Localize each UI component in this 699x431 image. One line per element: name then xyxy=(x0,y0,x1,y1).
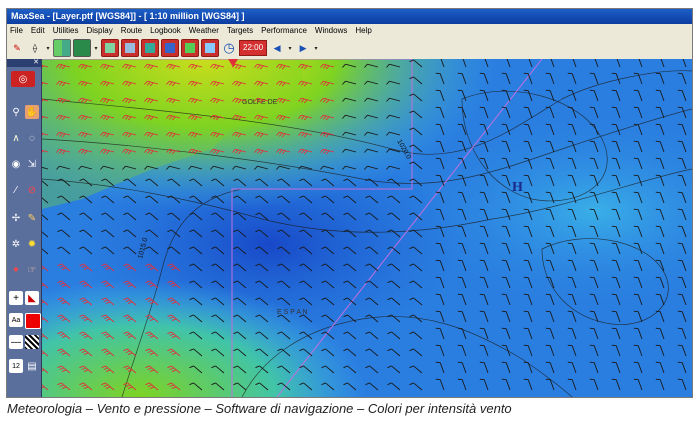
compass-icon[interactable]: ⟠ xyxy=(27,40,43,56)
menu-utilities[interactable]: Utilities xyxy=(53,24,79,37)
menu-edit[interactable]: Edit xyxy=(31,24,45,37)
brush-icon[interactable]: ✎ xyxy=(25,211,39,225)
maxsea-window: MaxSea - [Layer.ptf [WGS84]] - [ 1:10 mi… xyxy=(6,8,693,398)
target-icon[interactable]: ⇲ xyxy=(25,157,39,171)
menu-bar: File Edit Utilities Display Route Logboo… xyxy=(7,24,692,37)
sun-icon[interactable]: ✹ xyxy=(25,237,39,251)
main-toolbar: ✎ ⟠ ▾ ▾ ◷ 22:00 ◀ ▾ ▶ ▾ xyxy=(7,37,692,60)
pattern-icon[interactable] xyxy=(25,335,39,349)
measure-icon[interactable]: ◌ xyxy=(25,131,39,145)
clock-icon[interactable]: ◷ xyxy=(221,40,237,56)
menu-performance[interactable]: Performance xyxy=(261,24,307,37)
menu-route[interactable]: Route xyxy=(121,24,142,37)
menu-windows[interactable]: Windows xyxy=(315,24,347,37)
chart-icon[interactable] xyxy=(121,39,139,57)
cursor-icon[interactable]: ✢ xyxy=(9,211,23,225)
high-pressure-label: H xyxy=(512,180,523,195)
compass-dropdown-icon[interactable]: ▾ xyxy=(45,40,51,56)
palette-close-icon[interactable]: ✕ xyxy=(7,59,41,67)
menu-targets[interactable]: Targets xyxy=(227,24,253,37)
arrow-left-icon[interactable]: ◀ xyxy=(269,40,285,56)
menu-display[interactable]: Display xyxy=(86,24,112,37)
lifebuoy-icon[interactable]: ◎ xyxy=(11,71,35,87)
weather-map[interactable]: H 1020.0 1015.0 GOLFE DE E S P A N xyxy=(42,59,692,397)
color-swatch-icon[interactable] xyxy=(25,313,41,329)
arrow-left-dropdown-icon[interactable]: ▾ xyxy=(287,40,293,56)
aa-icon[interactable]: Aa xyxy=(9,313,23,327)
menu-logbook[interactable]: Logbook xyxy=(150,24,181,37)
pencil-icon[interactable]: ✎ xyxy=(9,40,25,56)
layer-icon[interactable]: 12 xyxy=(9,359,23,373)
globe-icon[interactable] xyxy=(73,39,91,57)
wind-pressure-map: H 1020.0 1015.0 GOLFE DE E S P A N xyxy=(42,59,692,397)
time-selector[interactable]: 22:00 xyxy=(239,40,268,56)
zoom-in-icon[interactable]: ⚲ xyxy=(9,105,23,119)
menu-file[interactable]: File xyxy=(10,24,23,37)
layers-icon[interactable] xyxy=(101,39,119,57)
globe-dropdown-icon[interactable]: ▾ xyxy=(93,40,99,56)
hand-icon[interactable]: ✋ xyxy=(25,105,39,119)
work-area: ✕ ◎ ⚲ ✋ ∧ ◌ ◉ ⇲ ⁄ ⊘ ✢ ✎ ✲ ✹ ✦ ☞ + ◣ Aa —… xyxy=(7,59,692,397)
knife-icon[interactable]: ✦ xyxy=(9,263,23,277)
satellite-icon[interactable] xyxy=(181,39,199,57)
plus-icon[interactable]: + xyxy=(9,291,23,305)
tool-palette: ✕ ◎ ⚲ ✋ ∧ ◌ ◉ ⇲ ⁄ ⊘ ✢ ✎ ✲ ✹ ✦ ☞ + ◣ Aa —… xyxy=(7,59,42,397)
flag-icon[interactable]: ✲ xyxy=(9,237,23,251)
menu-weather[interactable]: Weather xyxy=(189,24,219,37)
color-icon[interactable]: ⊘ xyxy=(25,183,39,197)
route-icon[interactable]: ∧ xyxy=(9,131,23,145)
map-layer-icon[interactable] xyxy=(201,39,219,57)
dash-icon[interactable]: — xyxy=(9,335,23,349)
arrow-right-dropdown-icon[interactable]: ▾ xyxy=(313,40,319,56)
gauge-icon[interactable] xyxy=(161,39,179,57)
arrow-right-icon[interactable]: ▶ xyxy=(295,40,311,56)
print-icon[interactable]: ▤ xyxy=(25,359,39,373)
weather-icon[interactable] xyxy=(141,39,159,57)
text-icon[interactable]: ⁄ xyxy=(9,183,23,197)
menu-help[interactable]: Help xyxy=(355,24,371,37)
mark-icon[interactable]: ◉ xyxy=(9,157,23,171)
line-icon[interactable]: ◣ xyxy=(25,291,39,305)
figure-caption: Meteorologia – Vento e pressione – Softw… xyxy=(7,401,512,416)
pointer-icon[interactable]: ☞ xyxy=(25,263,39,277)
window-title: MaxSea - [Layer.ptf [WGS84]] - [ 1:10 mi… xyxy=(7,9,692,24)
grid-icon[interactable] xyxy=(53,39,71,57)
